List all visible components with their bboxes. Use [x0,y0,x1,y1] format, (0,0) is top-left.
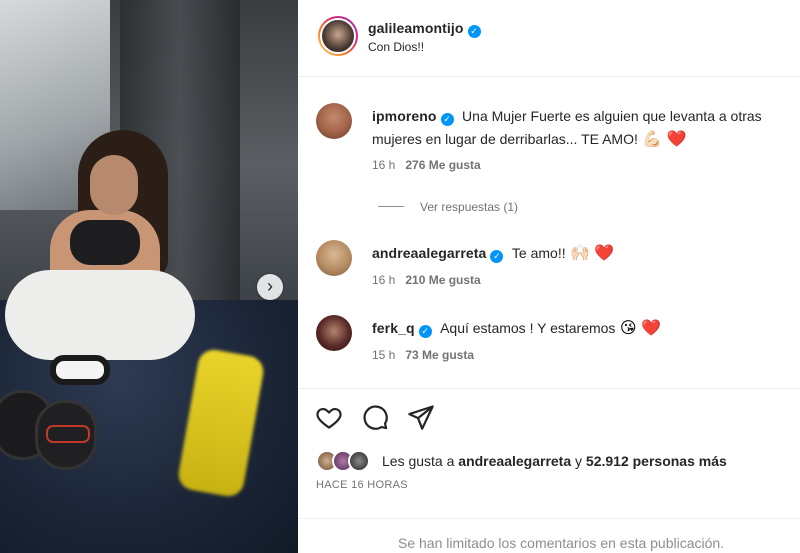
verified-badge-icon: ✓ [490,250,504,263]
avatar[interactable] [316,315,352,351]
comment-time: 16 h [372,158,396,172]
comment-time: 16 h [372,273,396,287]
comment-time: 15 h [372,348,396,362]
likes-joiner: y [575,453,583,469]
chevron-right-icon[interactable]: › [257,274,283,300]
likes-count[interactable]: 52.912 personas más [586,453,727,469]
post-username[interactable]: galileamontijo [368,20,464,36]
verified-badge-icon: ✓ [440,113,454,126]
comment-username[interactable]: andreaalegarreta [372,245,486,261]
comments-limited-notice: Se han limitado los comentarios en esta … [398,535,725,551]
person-figure [5,130,210,385]
verified-badge-icon: ✓ [467,25,481,38]
post-caption: Con Dios!! [368,40,425,54]
comment-likes[interactable]: 276 Me gusta [405,158,480,172]
comment-bubble-icon[interactable] [361,403,389,431]
verified-badge-icon: ✓ [418,325,432,338]
comment-text: Te amo!! [511,245,566,261]
comment-text: Aquí estamos ! Y estaremos [440,320,616,336]
comment-emojis: 🙌🏻 ❤️ [570,245,615,262]
avatar[interactable] [318,16,358,56]
post-panel: galileamontijo ✓ Con Dios!! ipmoreno ✓ Una… [298,0,800,553]
dumbbell [35,400,97,470]
comment-likes[interactable]: 210 Me gusta [405,273,480,287]
comment-username[interactable]: ferk_q [372,320,415,336]
likes-prefix: Les gusta a [382,453,455,469]
avatar[interactable] [316,103,352,139]
avatar[interactable] [316,240,352,276]
comment-emojis: 💪🏻 ❤️ [642,131,687,148]
avatar [348,450,370,472]
comment-username[interactable]: ipmoreno [372,108,437,124]
post-image: › [0,0,298,553]
comment-likes[interactable]: 73 Me gusta [405,348,474,362]
paper-plane-icon[interactable] [407,403,435,431]
post-time: HACE 16 HORAS [316,479,408,491]
view-replies-label: Ver respuestas (1) [420,200,519,214]
heart-icon[interactable] [315,403,343,431]
likes-user[interactable]: andreaalegarreta [458,453,571,469]
view-replies-button[interactable]: Ver respuestas (1) [378,198,518,216]
comment-emojis: 😘 ❤️ [619,320,661,337]
